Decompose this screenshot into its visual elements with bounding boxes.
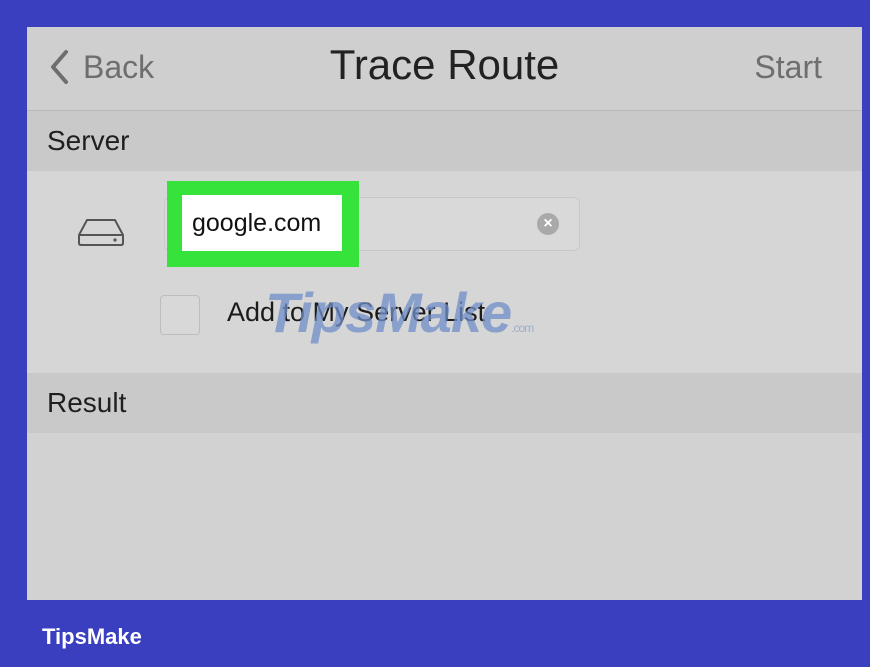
start-button[interactable]: Start [754, 49, 822, 86]
page-title: Trace Route [329, 41, 560, 88]
watermark-logo: TipsMake.com [265, 281, 534, 344]
server-heading: Server [47, 125, 130, 156]
result-heading: Result [47, 387, 127, 418]
server-input[interactable]: google.com [182, 195, 342, 251]
clear-icon[interactable]: × [537, 213, 559, 235]
navigation-bar: Back Trace Route Start [27, 27, 862, 111]
drive-icon [78, 219, 124, 246]
footer-brand: TipsMake [42, 624, 142, 649]
result-section [27, 433, 862, 600]
add-to-list-checkbox[interactable] [160, 295, 200, 335]
server-section-header: Server [27, 111, 862, 171]
result-section-header: Result [27, 373, 862, 433]
